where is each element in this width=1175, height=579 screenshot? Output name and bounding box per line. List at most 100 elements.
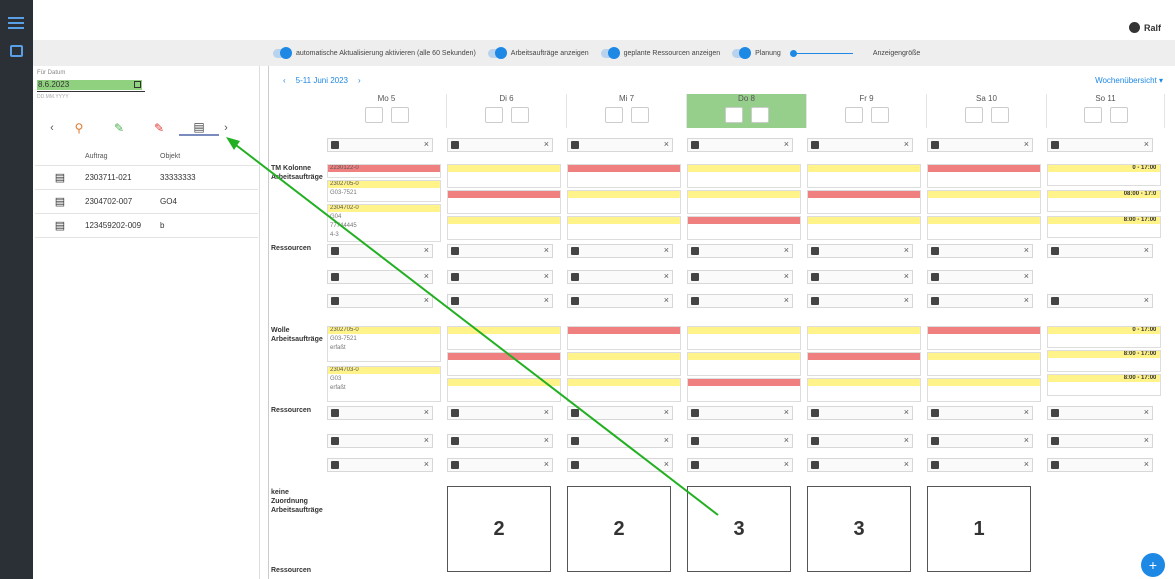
switch-icon[interactable] — [273, 46, 292, 59]
order-card[interactable] — [807, 190, 921, 214]
view-select[interactable]: Wochenübersicht ▾ — [1095, 76, 1163, 85]
resource-chip[interactable]: × — [327, 138, 433, 152]
resource-chip[interactable]: × — [327, 294, 433, 308]
order-card[interactable] — [807, 326, 921, 350]
resource-chip[interactable]: × — [927, 434, 1033, 448]
resource-chip[interactable]: × — [567, 294, 673, 308]
close-icon[interactable]: × — [544, 139, 549, 149]
close-icon[interactable]: × — [904, 271, 909, 281]
switch-icon[interactable] — [600, 46, 620, 59]
user-menu[interactable]: Ralf — [1128, 22, 1161, 33]
resource-chip[interactable]: × — [1047, 406, 1153, 420]
resource-chip[interactable]: × — [447, 244, 553, 258]
wrench-red-tab-icon[interactable]: ✎ — [139, 121, 179, 135]
close-icon[interactable]: × — [784, 459, 789, 469]
display-size-slider[interactable] — [789, 49, 853, 57]
resource-chip[interactable]: × — [327, 458, 433, 472]
close-icon[interactable]: × — [424, 139, 429, 149]
resource-chip[interactable]: × — [927, 294, 1033, 308]
close-icon[interactable]: × — [784, 407, 789, 417]
copy-icon[interactable] — [604, 107, 623, 123]
close-icon[interactable]: × — [1024, 407, 1029, 417]
resource-chip[interactable]: × — [687, 270, 793, 284]
paste-icon[interactable] — [390, 107, 409, 123]
order-card[interactable] — [927, 216, 1041, 240]
order-card[interactable] — [567, 352, 681, 376]
toggle-auto-refresh[interactable]: automatische Aktualisierung aktivieren (… — [273, 46, 476, 59]
tabs-prev-icon[interactable]: ‹ — [45, 122, 59, 134]
resource-chip[interactable]: × — [327, 270, 433, 284]
wrench-green-tab-icon[interactable]: ✎ — [99, 121, 139, 135]
resource-chip[interactable]: × — [687, 138, 793, 152]
copy-icon[interactable] — [844, 107, 863, 123]
order-card[interactable] — [447, 190, 561, 214]
clipboard-tab-icon[interactable]: ▤ — [179, 120, 219, 136]
person-tab-icon[interactable]: ⚲ — [59, 121, 99, 135]
order-card[interactable] — [567, 326, 681, 350]
order-card[interactable] — [687, 378, 801, 402]
close-icon[interactable]: × — [424, 295, 429, 305]
resource-chip[interactable]: × — [927, 244, 1033, 258]
toggle-planning[interactable]: Planung — [732, 46, 781, 59]
close-icon[interactable]: × — [784, 435, 789, 445]
resource-chip[interactable]: × — [567, 270, 673, 284]
order-card[interactable] — [927, 378, 1041, 402]
order-card[interactable] — [927, 164, 1041, 188]
resource-chip[interactable]: × — [447, 406, 553, 420]
next-week-icon[interactable]: › — [358, 76, 361, 85]
close-icon[interactable]: × — [544, 271, 549, 281]
order-card[interactable]: 2304702-0 G04 77744445 4-3 — [327, 204, 441, 242]
resource-chip[interactable]: × — [807, 294, 913, 308]
close-icon[interactable]: × — [1024, 271, 1029, 281]
order-card[interactable]: 0 - 17:00 — [1047, 326, 1161, 348]
close-icon[interactable]: × — [424, 435, 429, 445]
order-card[interactable] — [687, 326, 801, 350]
paste-icon[interactable] — [750, 107, 769, 123]
close-icon[interactable]: × — [544, 245, 549, 255]
resource-chip[interactable]: × — [807, 434, 913, 448]
resource-chip[interactable]: × — [1047, 458, 1153, 472]
calendar-picker-icon[interactable] — [134, 81, 141, 88]
resource-chip[interactable]: × — [567, 406, 673, 420]
copy-icon[interactable] — [964, 107, 983, 123]
order-card[interactable] — [447, 352, 561, 376]
order-card[interactable] — [447, 326, 561, 350]
order-card[interactable] — [807, 164, 921, 188]
resource-chip[interactable]: × — [447, 458, 553, 472]
resource-chip[interactable]: × — [807, 406, 913, 420]
order-card[interactable]: 8:00 - 17:00 — [1047, 350, 1161, 372]
close-icon[interactable]: × — [784, 271, 789, 281]
resource-chip[interactable]: × — [807, 138, 913, 152]
date-input[interactable]: 8.6.2023 — [37, 80, 142, 90]
order-card[interactable] — [927, 326, 1041, 350]
resource-chip[interactable]: × — [447, 294, 553, 308]
resource-chip[interactable]: × — [447, 270, 553, 284]
resource-chip[interactable]: × — [1047, 244, 1153, 258]
order-card[interactable] — [447, 164, 561, 188]
close-icon[interactable]: × — [664, 435, 669, 445]
order-card[interactable] — [567, 378, 681, 402]
order-card[interactable]: 2230122-0 — [327, 164, 441, 178]
close-icon[interactable]: × — [664, 459, 669, 469]
resource-chip[interactable]: × — [687, 406, 793, 420]
close-icon[interactable]: × — [1144, 459, 1149, 469]
close-icon[interactable]: × — [424, 245, 429, 255]
order-card[interactable] — [687, 352, 801, 376]
order-card[interactable]: 08:00 - 17:0 — [1047, 190, 1161, 212]
order-card[interactable] — [807, 352, 921, 376]
resource-chip[interactable]: × — [687, 434, 793, 448]
add-button[interactable]: + — [1141, 553, 1165, 577]
resource-chip[interactable]: × — [567, 138, 673, 152]
order-card[interactable] — [927, 190, 1041, 214]
menu-icon[interactable] — [6, 14, 26, 30]
close-icon[interactable]: × — [664, 245, 669, 255]
resource-chip[interactable]: × — [807, 270, 913, 284]
close-icon[interactable]: × — [1024, 139, 1029, 149]
resource-chip[interactable]: × — [927, 270, 1033, 284]
close-icon[interactable]: × — [664, 271, 669, 281]
close-icon[interactable]: × — [784, 139, 789, 149]
close-icon[interactable]: × — [424, 271, 429, 281]
order-card[interactable] — [927, 352, 1041, 376]
order-card[interactable] — [687, 164, 801, 188]
close-icon[interactable]: × — [544, 407, 549, 417]
